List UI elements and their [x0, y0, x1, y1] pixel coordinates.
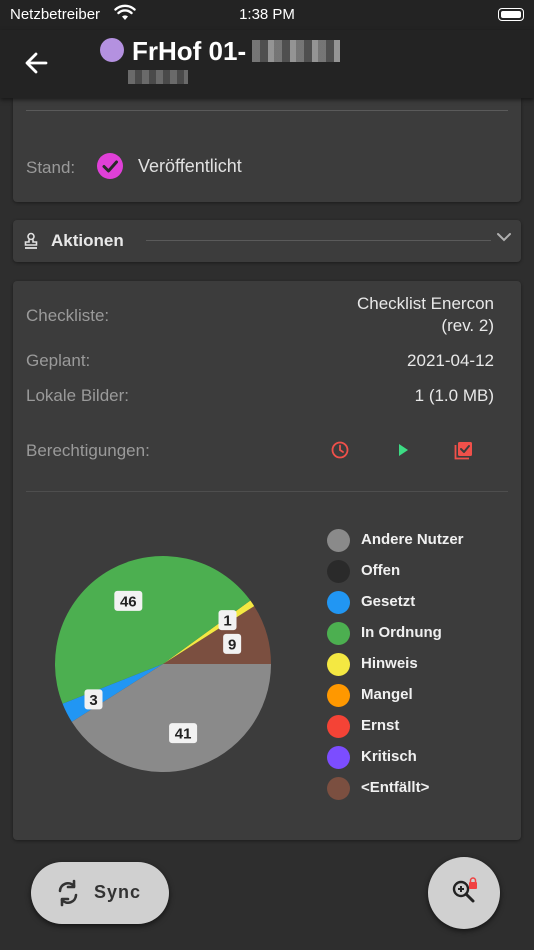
pie-data-label: 1	[218, 610, 237, 631]
divider	[26, 491, 508, 492]
legend-swatch	[327, 591, 350, 614]
svg-text:1: 1	[223, 613, 231, 630]
svg-text:41: 41	[175, 726, 192, 743]
planned-label: Geplant:	[26, 351, 91, 370]
legend-label: Gesetzt	[361, 593, 416, 610]
status-bar: Netzbetreiber 1:38 PM	[0, 0, 534, 30]
redacted-title-part	[252, 40, 340, 62]
legend-swatch	[327, 684, 350, 707]
clock-icon	[331, 441, 349, 459]
stand-value: Veröffentlicht	[138, 156, 242, 176]
status-color-dot	[100, 38, 124, 62]
pie-data-label: 3	[84, 689, 103, 710]
pie-data-label: 41	[169, 723, 198, 744]
local-images-label: Lokale Bilder:	[26, 386, 130, 405]
check-circle-icon	[97, 153, 123, 179]
sync-icon	[58, 879, 78, 907]
sync-button[interactable]: Sync	[31, 862, 169, 924]
pie-data-label: 46	[114, 590, 143, 611]
pie-data-label: 9	[223, 633, 242, 654]
app-bar: FrHof 01-	[0, 30, 534, 98]
back-arrow-icon[interactable]	[20, 48, 54, 78]
page-title: FrHof 01-	[132, 36, 247, 66]
legend-label: Offen	[361, 562, 401, 579]
clock: 1:38 PM	[239, 6, 295, 23]
checklist-value-line1: Checklist Enercon	[356, 294, 494, 313]
legend-swatch	[327, 746, 350, 769]
status-pie-chart: 9 1 46 3 41	[55, 556, 271, 772]
divider	[26, 110, 508, 111]
checklist-icon	[454, 442, 472, 460]
legend-swatch	[327, 622, 350, 645]
checklist-label: Checkliste:	[26, 306, 110, 325]
legend-label: Ernst	[361, 717, 400, 734]
actions-label: Aktionen	[51, 231, 124, 250]
legend-label: In Ordnung	[361, 624, 442, 641]
legend-swatch	[327, 560, 350, 583]
actions-section-header[interactable]: Aktionen	[13, 220, 521, 262]
legend-label: Mangel	[361, 686, 413, 703]
play-icon	[399, 444, 408, 456]
legend-swatch	[327, 653, 350, 676]
zoom-lock-button[interactable]	[428, 857, 500, 929]
legend-label: Andere Nutzer	[361, 531, 464, 548]
details-card: Checkliste: Checklist Enercon (rev. 2) G…	[13, 281, 521, 840]
sync-label: Sync	[94, 882, 142, 902]
zoom-in-lock-icon	[452, 877, 477, 903]
battery-icon	[498, 8, 524, 21]
checklist-value-line2: (rev. 2)	[441, 316, 494, 335]
chevron-down-icon[interactable]	[495, 228, 513, 246]
legend-swatch	[327, 777, 350, 800]
svg-text:9: 9	[228, 636, 236, 653]
legend-swatch	[327, 529, 350, 552]
svg-text:3: 3	[89, 692, 97, 709]
permissions-label: Berechtigungen:	[26, 441, 150, 460]
stamp-icon	[24, 232, 38, 249]
legend-swatch	[327, 715, 350, 738]
legend-label: Hinweis	[361, 655, 418, 672]
legend-label: <Entfällt>	[361, 779, 430, 796]
redacted-subtitle	[128, 70, 188, 84]
legend-label: Kritisch	[361, 748, 417, 765]
local-images-value: 1 (1.0 MB)	[414, 386, 494, 405]
divider	[146, 240, 491, 241]
svg-text:46: 46	[120, 593, 137, 610]
planned-value: 2021-04-12	[407, 351, 494, 370]
stand-label: Stand:	[26, 158, 76, 177]
status-card: Stand: Veröffentlicht	[13, 98, 521, 202]
